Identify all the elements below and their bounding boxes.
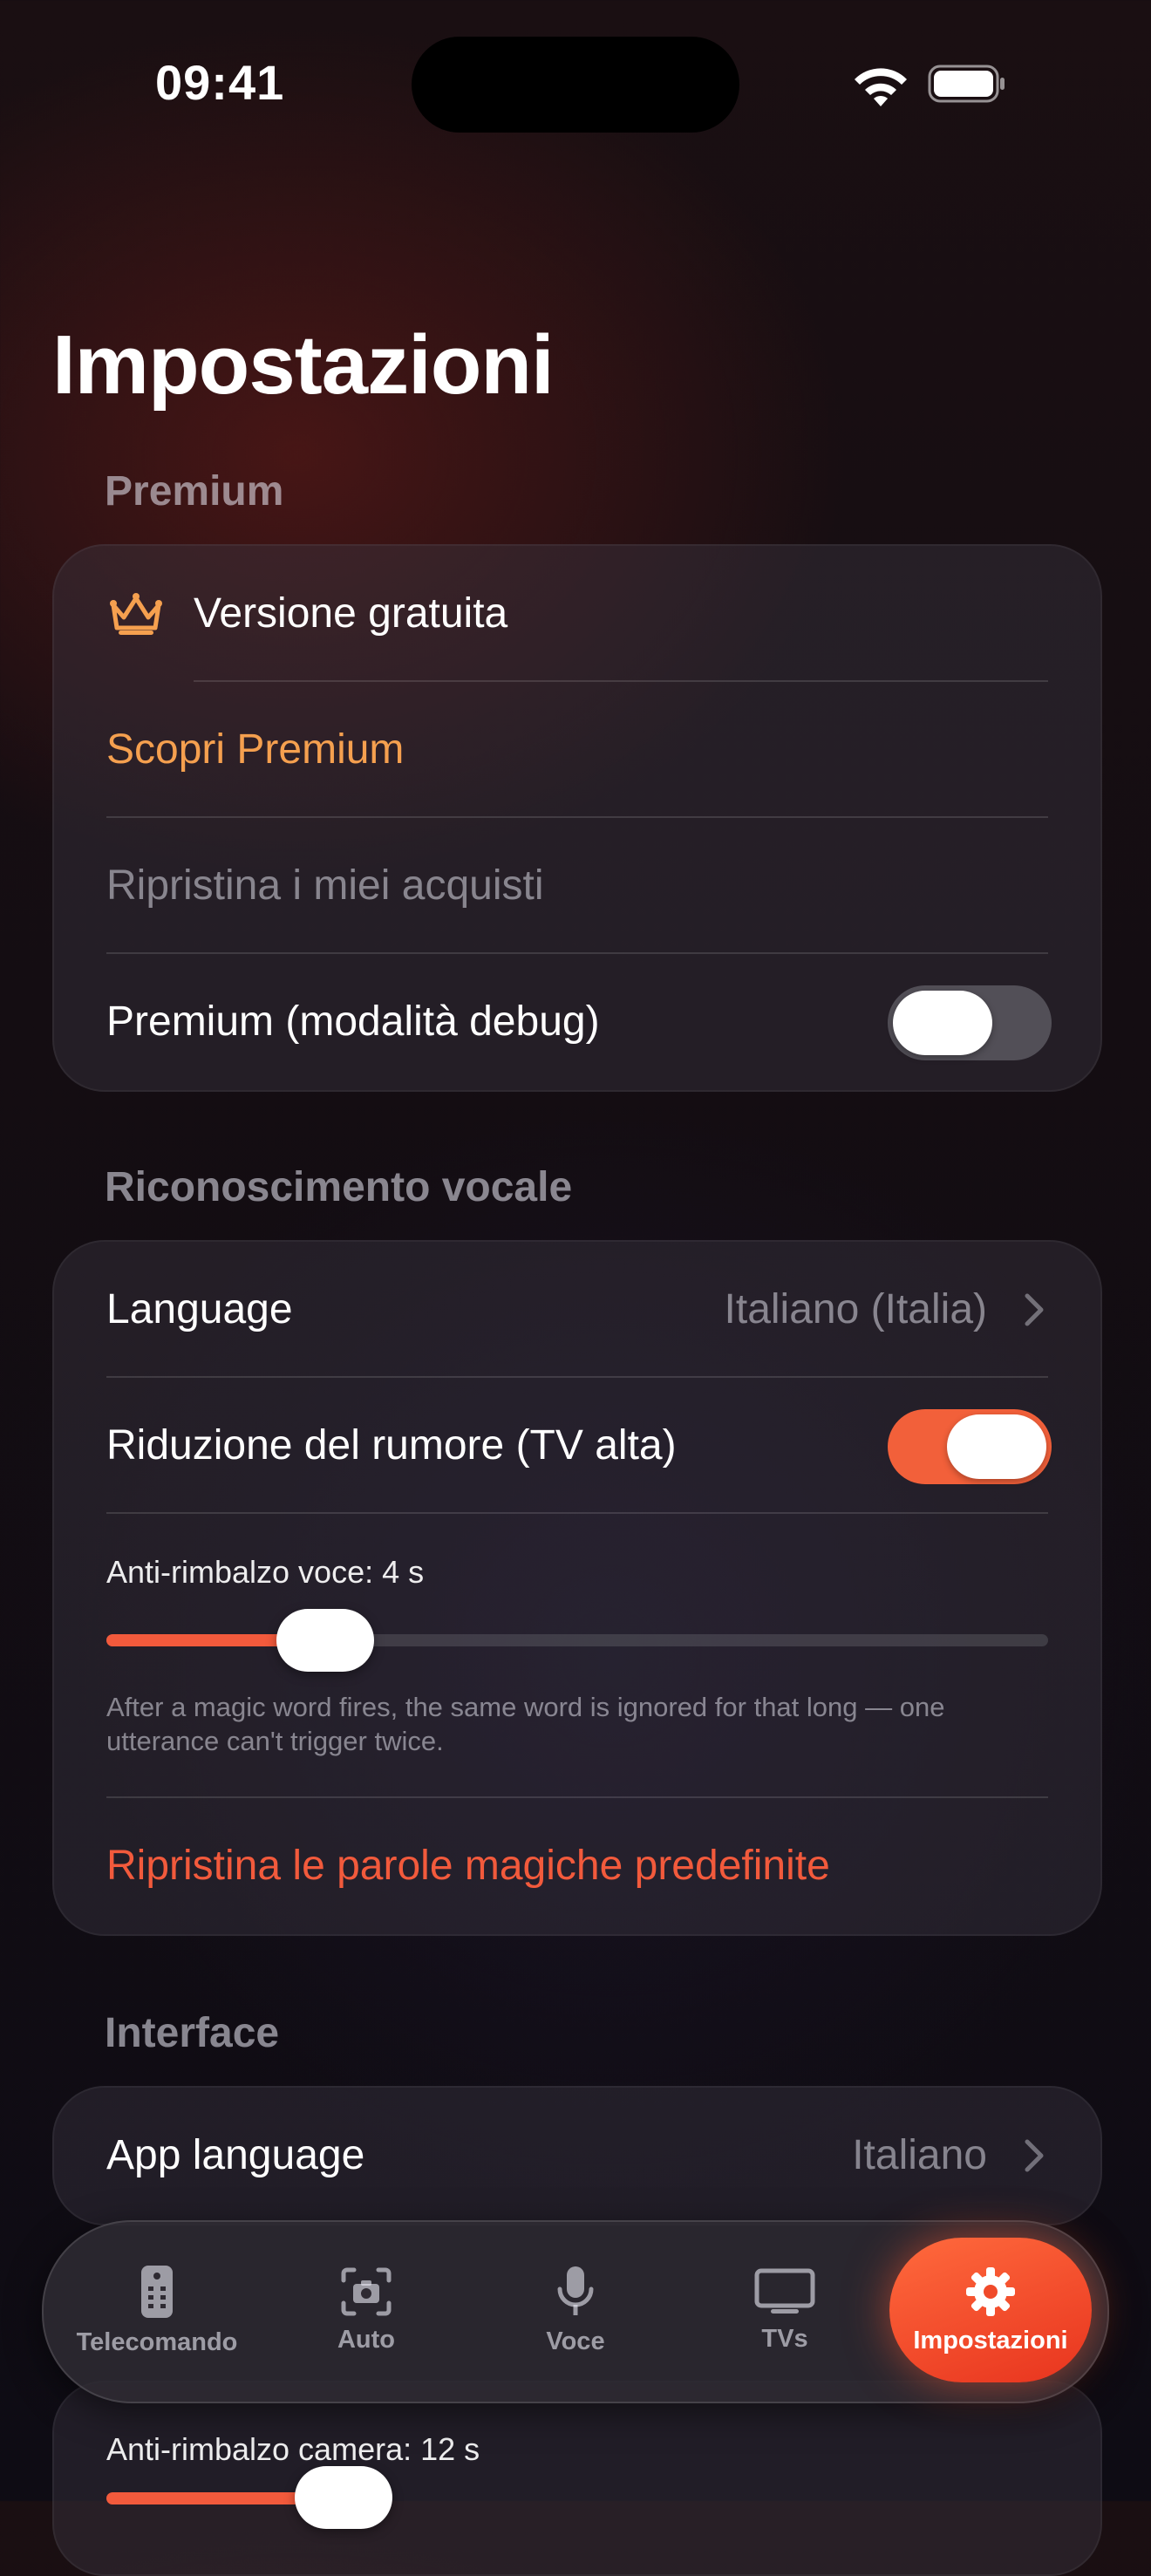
premium-status-label: Versione gratuita [194,590,508,637]
tab-label: Voce [546,2327,605,2355]
battery-icon [928,65,1005,103]
app-language-label: App language [106,2132,365,2178]
dynamic-island [412,37,739,133]
voice-language-value[interactable]: Italiano (Italia) [725,1285,987,1333]
wifi-icon [855,68,907,106]
divider [106,1376,1048,1378]
camera-debounce-slider-thumb[interactable] [295,2466,392,2529]
premium-debug-toggle[interactable] [888,985,1052,1060]
tab-impostazioni[interactable]: Impostazioni [889,2220,1092,2400]
page-title: Impostazioni [52,318,555,412]
premium-debug-label: Premium (modalità debug) [106,998,600,1045]
tab-auto[interactable]: Auto [279,2220,453,2400]
section-header-voice: Riconoscimento vocale [105,1164,573,1210]
remote-icon [141,2265,173,2318]
tab-label: Auto [337,2325,396,2354]
divider [194,680,1048,682]
divider [106,952,1048,954]
camera-debounce-card: Anti-rimbalzo camera: 12 s [52,2381,1102,2576]
premium-card: Versione gratuita Scopri Premium Riprist… [52,544,1102,1092]
crown-icon [110,593,162,635]
voice-debounce-help: After a magic word fires, the same word … [106,1692,945,1756]
status-time: 09:41 [155,55,285,110]
microphone-icon [557,2266,594,2315]
voice-language-label: Language [106,1286,293,1332]
camera-debounce-label: Anti-rimbalzo camera: 12 s [106,2431,480,2467]
app-language-value[interactable]: Italiano [852,2131,987,2179]
section-header-interface: Interface [105,2010,280,2056]
discover-premium-button[interactable]: Scopri Premium [106,726,404,773]
gear-icon [966,2266,1015,2316]
tab-label: Impostazioni [913,2326,1068,2355]
tab-tvs[interactable]: TVs [698,2220,872,2400]
voice-debounce-slider-thumb[interactable] [276,1609,375,1672]
chevron-right-icon[interactable] [1022,1291,1046,1329]
camera-scan-icon [341,2267,392,2315]
divider [106,1512,1048,1514]
section-header-premium: Premium [105,468,284,515]
noise-reduction-label: Riduzione del rumore (TV alta) [106,1422,677,1469]
restore-purchases-button[interactable]: Ripristina i miei acquisti [106,862,544,910]
divider [106,1796,1048,1798]
divider [106,816,1048,818]
voice-debounce-label: Anti-rimbalzo voce: 4 s [106,1554,425,1590]
tab-telecomando[interactable]: Telecomando [52,2220,262,2400]
tv-icon [754,2268,815,2314]
chevron-right-icon[interactable] [1022,2136,1046,2175]
interface-card: App language Italiano [52,2086,1102,2225]
tab-label: Telecomando [76,2327,238,2356]
voice-card: Language Italiano (Italia) Riduzione del… [52,1240,1102,1936]
tab-voce[interactable]: Voce [488,2220,663,2400]
noise-reduction-toggle[interactable] [888,1409,1052,1484]
reset-magic-words-button[interactable]: Ripristina le parole magiche predefinite [106,1842,830,1890]
tab-label: TVs [761,2324,808,2353]
